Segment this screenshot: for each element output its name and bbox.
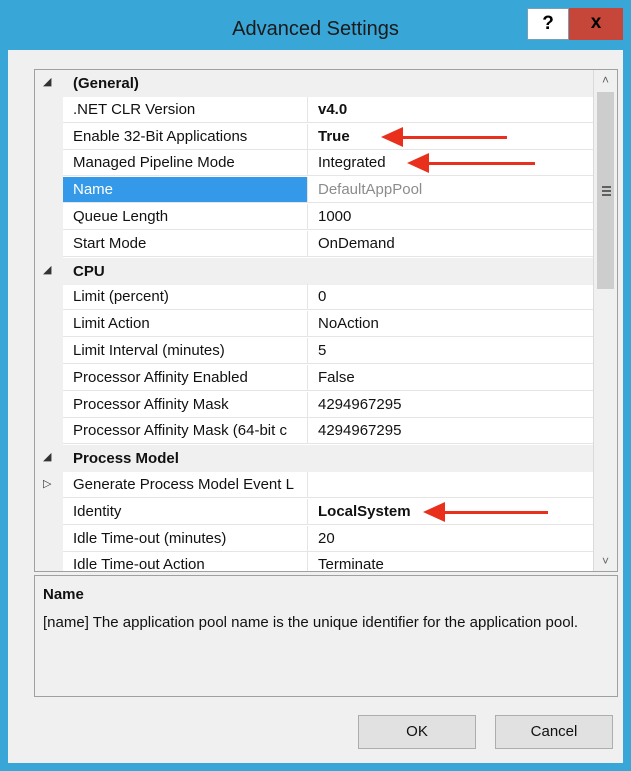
ok-button[interactable]: OK [358, 715, 476, 749]
property-row[interactable]: Processor Affinity Mask 4294967295 [35, 391, 593, 419]
close-button[interactable]: x [569, 8, 623, 40]
property-name[interactable]: Processor Affinity Enabled [63, 364, 308, 391]
property-row[interactable]: Limit Action NoAction [35, 311, 593, 339]
property-name[interactable]: Processor Affinity Mask (64-bit c [63, 418, 308, 445]
title-bar: Advanced Settings ? x [8, 8, 623, 50]
property-row[interactable]: .NET CLR Version v4.0 [35, 96, 593, 124]
property-row[interactable]: Queue Length 1000 [35, 204, 593, 231]
row-gutter [35, 204, 63, 231]
property-row[interactable]: Processor Affinity Mask (64-bit c 4294967… [35, 418, 593, 446]
property-name[interactable]: Limit (percent) [63, 284, 308, 311]
collapse-icon[interactable]: ◢ [35, 257, 63, 285]
red-arrow-icon [427, 162, 535, 166]
category-row[interactable]: ◢ CPU [35, 257, 593, 285]
property-name[interactable]: Limit Action [63, 311, 308, 338]
row-gutter [35, 525, 63, 553]
property-value[interactable]: False [308, 365, 593, 391]
row-gutter [35, 311, 63, 339]
row-gutter [35, 123, 63, 151]
property-value[interactable]: 1000 [308, 204, 593, 230]
scroll-up-icon[interactable]: ˄ [594, 70, 617, 90]
row-gutter [35, 338, 63, 365]
property-name[interactable]: Generate Process Model Event L [63, 472, 308, 498]
category-row[interactable]: ◢ Process Model [35, 445, 593, 473]
property-row[interactable]: Start Mode OnDemand [35, 230, 593, 258]
category-label: Process Model [63, 445, 593, 473]
property-value[interactable]: OnDemand [308, 231, 593, 257]
property-row[interactable]: Name DefaultAppPool [35, 177, 593, 205]
help-button[interactable]: ? [527, 8, 569, 40]
vertical-scrollbar[interactable]: ˄ ˅ [593, 70, 617, 571]
property-value[interactable]: 0 [308, 284, 593, 311]
row-gutter [35, 284, 63, 312]
red-arrow-icon [443, 510, 548, 514]
property-value[interactable]: v4.0 [308, 97, 593, 123]
property-value[interactable]: NoAction [308, 311, 593, 338]
category-label: (General) [63, 70, 593, 97]
property-name[interactable]: Queue Length [63, 204, 308, 230]
description-panel: Name [name] The application pool name is… [34, 575, 618, 697]
property-name[interactable]: Idle Time-out Action [63, 552, 308, 571]
property-name[interactable]: Idle Time-out (minutes) [63, 525, 308, 552]
property-value[interactable]: Terminate [308, 552, 593, 571]
expand-icon[interactable]: ▷ [35, 472, 63, 499]
row-gutter [35, 177, 63, 205]
cancel-button[interactable]: Cancel [495, 715, 613, 749]
property-value[interactable] [308, 472, 593, 498]
red-arrow-icon [401, 135, 507, 139]
property-value[interactable]: 5 [308, 338, 593, 364]
property-row[interactable]: Idle Time-out Action Terminate [35, 552, 593, 571]
row-gutter [35, 418, 63, 446]
row-gutter [35, 391, 63, 419]
row-gutter [35, 230, 63, 258]
description-title: Name [43, 586, 84, 603]
property-name[interactable]: Enable 32-Bit Applications [63, 123, 308, 150]
collapse-icon[interactable]: ◢ [35, 445, 63, 473]
description-text: [name] The application pool name is the … [43, 614, 579, 631]
advanced-settings-window: Advanced Settings ? x ◢ (General) .NET CLR… [0, 0, 631, 771]
property-name[interactable]: Limit Interval (minutes) [63, 338, 308, 364]
collapse-icon[interactable]: ◢ [35, 70, 63, 97]
property-name[interactable]: Start Mode [63, 230, 308, 257]
property-value[interactable]: 4294967295 [308, 418, 593, 445]
row-gutter [35, 150, 63, 178]
property-row[interactable]: Limit Interval (minutes) 5 [35, 338, 593, 365]
row-gutter [35, 364, 63, 392]
grip-icon [602, 186, 611, 196]
dialog-client-area: ◢ (General) .NET CLR Version v4.0 Enable 32-… [8, 50, 623, 763]
property-row[interactable]: ▷ Generate Process Model Event L [35, 472, 593, 499]
property-row[interactable]: Limit (percent) 0 [35, 284, 593, 312]
property-value[interactable]: DefaultAppPool [308, 177, 593, 204]
scroll-down-icon[interactable]: ˅ [594, 551, 617, 571]
property-name[interactable]: Name [63, 177, 308, 204]
property-row[interactable]: Idle Time-out (minutes) 20 [35, 525, 593, 553]
property-value[interactable]: 20 [308, 526, 593, 552]
property-row[interactable]: Processor Affinity Enabled False [35, 364, 593, 392]
scroll-thumb[interactable] [597, 92, 614, 289]
row-gutter [35, 96, 63, 124]
property-name[interactable]: Processor Affinity Mask [63, 391, 308, 418]
property-row[interactable]: Enable 32-Bit Applications True [35, 123, 593, 151]
row-gutter [35, 552, 63, 571]
property-name[interactable]: Identity [63, 498, 308, 525]
category-label: CPU [63, 257, 593, 285]
row-gutter [35, 498, 63, 526]
property-grid: ◢ (General) .NET CLR Version v4.0 Enable 32-… [34, 69, 618, 572]
property-name[interactable]: .NET CLR Version [63, 96, 308, 123]
property-name[interactable]: Managed Pipeline Mode [63, 150, 308, 177]
category-row[interactable]: ◢ (General) [35, 70, 593, 97]
property-value[interactable]: 4294967295 [308, 392, 593, 418]
